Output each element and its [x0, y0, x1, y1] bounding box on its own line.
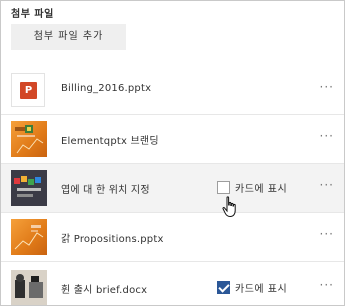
slide-art-icon: [14, 176, 41, 197]
add-attachment-button[interactable]: 첨부 파일 추가: [11, 24, 126, 50]
powerpoint-letter: P: [20, 82, 37, 99]
powerpoint-file-icon: P: [11, 73, 45, 107]
slide-art-icon: [14, 225, 44, 250]
show-on-card-toggle[interactable]: 카드에 표시: [217, 180, 287, 195]
attachment-item-element-branding[interactable]: Elementqptx 브랜딩 ···: [1, 115, 344, 164]
attachment-name: 엽에 대 한 위치 지정: [61, 185, 150, 196]
dark-slide-thumbnail: [11, 170, 47, 206]
photo-document-thumbnail: [11, 270, 47, 305]
attachments-title: 첨부 파일: [11, 9, 54, 20]
show-on-card-toggle[interactable]: 카드에 표시: [217, 280, 287, 295]
attachment-item-propositions[interactable]: 갉 Propositions.pptx ···: [1, 213, 344, 262]
hand-pointer-cursor-icon: [222, 196, 236, 218]
attachment-name: Billing_2016.pptx: [61, 83, 152, 94]
attachment-list: P Billing_2016.pptx ··· Elementqptx 브랜딩 …: [1, 66, 344, 305]
more-options-button[interactable]: ···: [320, 278, 334, 292]
attachment-name: 갉 Propositions.pptx: [61, 234, 164, 245]
orange-slide-thumbnail: [11, 219, 47, 255]
show-on-card-checkbox[interactable]: [217, 181, 230, 194]
attachments-panel: 첨부 파일 첨부 파일 추가 P Billing_2016.pptx ··· E…: [0, 0, 345, 306]
show-on-card-label: 카드에 표시: [235, 284, 288, 295]
attachment-item-billing[interactable]: P Billing_2016.pptx ···: [1, 66, 344, 115]
photo-art-icon: [11, 270, 47, 305]
more-options-button[interactable]: ···: [320, 129, 334, 143]
more-options-button[interactable]: ···: [320, 178, 334, 192]
show-on-card-label: 카드에 표시: [235, 184, 288, 195]
attachment-item-brief[interactable]: 휜 출시 brief.docx 카드에 표시 ···: [1, 262, 344, 305]
more-options-button[interactable]: ···: [320, 80, 334, 94]
orange-slide-thumbnail: [11, 121, 47, 157]
more-options-button[interactable]: ···: [320, 227, 334, 241]
attachment-name: 휜 출시 brief.docx: [61, 285, 148, 296]
attachment-item-positioning[interactable]: 엽에 대 한 위치 지정 카드에 표시 ···: [1, 164, 344, 213]
slide-art-icon: [15, 125, 44, 154]
attachment-name: Elementqptx 브랜딩: [61, 136, 159, 147]
show-on-card-checkbox[interactable]: [217, 281, 230, 294]
